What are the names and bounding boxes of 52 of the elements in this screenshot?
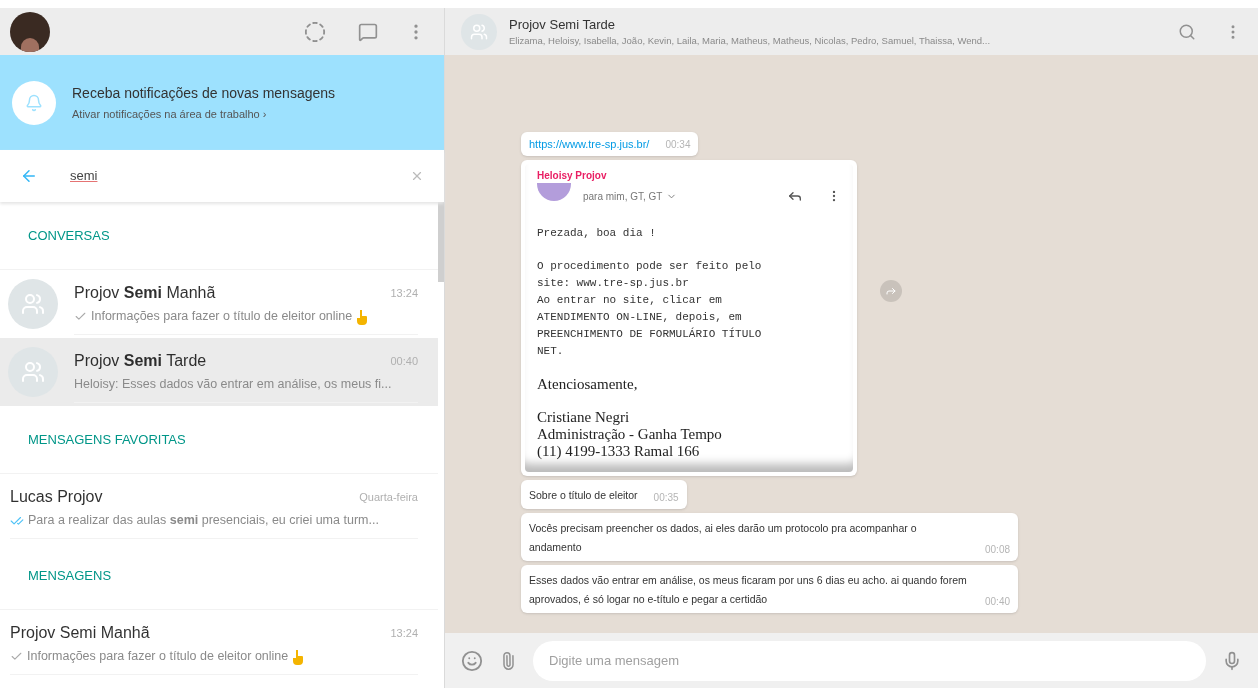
search-icon[interactable] xyxy=(1178,22,1196,41)
message-time: 00:35 xyxy=(653,491,679,505)
chat-preview: Heloisy: Esses dados vão entrar em análise, os meus fi... xyxy=(74,376,392,394)
forward-button[interactable] xyxy=(880,280,902,302)
banner-link[interactable]: Ativar notificações na área de trabalho › xyxy=(72,105,336,123)
recipients: para mim, GT, GT xyxy=(583,189,663,204)
message-time: 00:34 xyxy=(665,138,691,152)
mic-icon[interactable] xyxy=(1222,650,1242,671)
chat-members: Elizama, Heloisy, Isabella, João, Kevin, Laila, Maria, Matheus, Matheus, Nicolas, Pedro, Samuel, Thaissa, Wend... xyxy=(509,34,992,49)
banner-title: Receba notificações de novas mensagens xyxy=(72,83,336,103)
message-text: Sobre o título de eleitor xyxy=(529,488,638,503)
chat-name: Lucas Projov xyxy=(10,487,103,508)
message-text: Esses dados vão entrar em análise, os meus ficaram por uns 6 dias eu acho. ai quando forem aprovados, é só logar no e-título e pegar a certidão xyxy=(529,573,968,607)
chat-title: Projov Semi Tarde xyxy=(509,15,616,34)
chat-name: Projov Semi Manhã xyxy=(10,623,150,644)
message-field[interactable]: Digite uma mensagem xyxy=(533,640,1206,681)
message-time: 00:08 xyxy=(985,543,1011,557)
notification-banner[interactable]: Receba notificações de novas mensagens Ativar notificações na área de trabalho › xyxy=(0,55,444,150)
chat-preview: Informações para fazer o título de eleitor online xyxy=(91,308,353,326)
chat-preview: Para a realizar das aulas semi presenciais, eu criei uma turm... xyxy=(28,512,379,530)
search-field[interactable]: semi xyxy=(70,166,410,186)
section-header: MENSAGENS xyxy=(28,566,112,585)
section-header: MENSAGENS FAVORITAS xyxy=(28,430,186,449)
forward-icon xyxy=(885,285,897,297)
chat-list-item[interactable]: Projov Semi Tarde 00:40 Heloisy: Esses dados vão entrar em análise, os meus fi... xyxy=(0,338,438,406)
group-icon xyxy=(21,360,45,384)
message-text: Vocês precisam preencher os dados, ai eles darão um protocolo pra acompanhar o andamento xyxy=(529,521,918,555)
email-closing: Atenciosamente, xyxy=(537,376,639,393)
group-icon xyxy=(470,22,488,41)
group-icon xyxy=(21,292,45,316)
email-signature: Cristiane Negri Administração - Ganha Tempo (11) 4199-1333 Ramal 166 xyxy=(537,409,723,460)
email-greeting: Prezada, boa dia ! xyxy=(537,226,657,241)
chat-name: Projov Semi Manhã xyxy=(74,283,216,304)
chat-name: Projov Semi Tarde xyxy=(74,351,207,372)
section-header: CONVERSAS xyxy=(28,226,110,245)
new-chat-icon[interactable] xyxy=(358,21,378,42)
chat-time: 13:24 xyxy=(390,625,418,641)
clear-icon[interactable] xyxy=(410,169,424,183)
avatar[interactable] xyxy=(10,11,50,52)
sender-avatar xyxy=(537,183,571,201)
emoji-icon[interactable] xyxy=(461,649,483,672)
email-body: O procedimento pode ser feito pelo site: www.tre-sp.jus.br Ao entrar no site, clicar em ATENDIMENTO ON-LINE, depois, em PREENCHIMENTO DE FORMULÁRIO TÍTULO NET. xyxy=(537,259,763,359)
bell-icon xyxy=(25,93,43,112)
chat-time: Quarta-feira xyxy=(359,489,418,505)
sender-name: Heloisy Projov xyxy=(537,169,608,183)
status-icon[interactable] xyxy=(304,20,326,43)
chat-time: 13:24 xyxy=(390,285,418,301)
scrollbar[interactable] xyxy=(438,202,444,282)
chat-preview: Informações para fazer o título de eleitor online xyxy=(27,648,289,666)
back-icon[interactable] xyxy=(20,167,38,185)
chat-time: 00:40 xyxy=(390,353,418,369)
message-time: 00:40 xyxy=(985,595,1011,609)
